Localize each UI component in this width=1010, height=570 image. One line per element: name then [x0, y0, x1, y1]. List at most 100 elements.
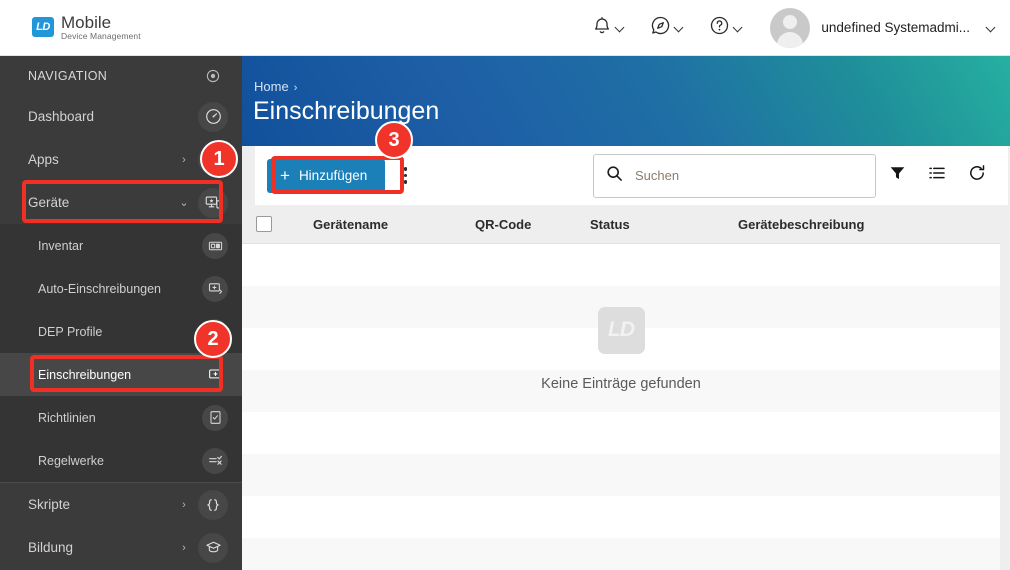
brand-title: Mobile	[61, 13, 112, 33]
sidebar-item-label: Bildung	[28, 540, 74, 555]
sidebar-item-richtlinien[interactable]: Richtlinien	[0, 396, 242, 439]
sidebar-item-label: Richtlinien	[38, 410, 96, 425]
chevron-down-icon	[675, 23, 684, 32]
kebab-dot	[403, 167, 407, 171]
columns-button[interactable]	[918, 157, 956, 195]
add-button[interactable]: + Hinzufügen	[267, 158, 386, 193]
toolbar: + Hinzufügen	[255, 146, 1008, 205]
table-body: LD Keine Einträge gefunden	[242, 244, 1000, 570]
plus-icon: +	[280, 166, 290, 185]
more-options-button[interactable]	[393, 162, 417, 190]
sidebar-section-label: NAVIGATION	[28, 68, 108, 83]
graduation-cap-icon	[198, 532, 228, 563]
refresh-button[interactable]	[958, 157, 996, 195]
app-window: LD Mobile Device Management undefined Sy…	[0, 0, 1010, 570]
sidebar-item-dep-profile[interactable]: DEP Profile	[0, 310, 242, 353]
breadcrumb-home[interactable]: Home	[254, 79, 289, 94]
sidebar-item-regelwerke[interactable]: Regelwerke	[0, 439, 242, 482]
chevron-right-icon: ›	[182, 498, 186, 511]
sidebar-item-label: Regelwerke	[38, 453, 105, 468]
sidebar-item-auto-einschreibungen[interactable]: Auto-Einschreibungen	[0, 267, 242, 310]
bell-icon	[593, 16, 611, 40]
avatar	[770, 7, 811, 48]
ld-logo-icon: LD	[32, 17, 54, 38]
filter-button[interactable]	[878, 157, 916, 195]
chevron-down-icon: ⌄	[179, 197, 189, 209]
chevron-down-icon	[987, 23, 996, 32]
sidebar-item-geraete[interactable]: Geräte ⌄	[0, 181, 242, 224]
search-box[interactable]	[593, 153, 876, 198]
content-area: + Hinzufügen Suchen Gerätename QR-Code S…	[242, 146, 1010, 570]
user-menu[interactable]: undefined Systemadmi...	[756, 7, 996, 48]
help-button[interactable]	[697, 10, 756, 46]
user-name: undefined Systemadmi...	[821, 20, 970, 35]
table-row	[242, 370, 1000, 412]
sidebar-item-dashboard[interactable]: Dashboard	[0, 95, 242, 138]
notifications-button[interactable]	[580, 10, 638, 46]
column-header-geraetename[interactable]: Gerätename	[313, 217, 475, 232]
dep-profile-icon	[202, 318, 228, 345]
help-icon	[710, 16, 729, 40]
page-title: Einschreibungen	[253, 97, 440, 125]
chevron-down-icon	[734, 23, 743, 32]
brand-logo[interactable]: LD Mobile Device Management	[32, 14, 141, 41]
kebab-dot	[403, 180, 407, 184]
gauge-icon	[198, 101, 228, 132]
breadcrumb[interactable]: Home ›	[254, 79, 297, 94]
sidebar-item-apps[interactable]: Apps ›	[0, 138, 242, 181]
top-bar: LD Mobile Device Management undefined Sy…	[0, 0, 1010, 56]
select-all-checkbox[interactable]	[256, 216, 272, 232]
inventory-icon	[202, 232, 228, 259]
apps-grid-icon	[198, 144, 228, 175]
table-row	[242, 412, 1000, 454]
sidebar-item-label: Apps	[28, 152, 59, 167]
feedback-button[interactable]	[638, 10, 697, 46]
sidebar-item-einschreibungen[interactable]: Einschreibungen	[0, 353, 242, 396]
feedback-icon	[651, 16, 670, 40]
sidebar-item-label: Auto-Einschreibungen	[38, 281, 161, 296]
enrollment-icon	[202, 361, 228, 388]
sidebar-item-label: Skripte	[28, 497, 71, 512]
column-header-qr-code[interactable]: QR-Code	[475, 217, 590, 232]
sidebar-subitems-geraete: Inventar Auto-Einschreibungen DEP Profil…	[0, 224, 242, 482]
table-row	[242, 496, 1000, 538]
top-bar-actions: undefined Systemadmi...	[580, 7, 996, 48]
policy-icon	[202, 404, 228, 431]
select-all-cell	[256, 216, 313, 232]
table-row	[242, 454, 1000, 496]
sidebar-item-skripte[interactable]: Skripte ›	[0, 483, 242, 526]
page-header: Home › Einschreibungen	[242, 56, 1010, 146]
sidebar-item-inventar[interactable]: Inventar	[0, 224, 242, 267]
refresh-icon	[968, 164, 986, 187]
sidebar-item-label: Inventar	[38, 238, 84, 253]
column-header-status[interactable]: Status	[590, 217, 738, 232]
sidebar-item-label: Dashboard	[28, 109, 95, 124]
sidebar-item-bildung[interactable]: Bildung ›	[0, 526, 242, 569]
auto-enroll-icon	[202, 275, 228, 302]
kebab-dot	[403, 173, 407, 178]
search-input[interactable]	[635, 168, 863, 183]
table-row	[242, 244, 1000, 286]
breadcrumb-separator: ›	[293, 82, 298, 94]
filter-icon	[889, 165, 906, 187]
column-header-geraetebeschreibung[interactable]: Gerätebeschreibung	[738, 217, 1000, 232]
chevron-right-icon: ›	[182, 153, 186, 166]
table-row	[242, 286, 1000, 328]
target-icon	[198, 61, 228, 91]
sidebar-item-label: Geräte	[28, 195, 70, 210]
table-header-row: Gerätename QR-Code Status Gerätebeschrei…	[242, 205, 1000, 244]
braces-icon	[198, 489, 228, 520]
sidebar: NAVIGATION Dashboard Apps › Geräte ⌄ Inv…	[0, 56, 242, 570]
columns-icon	[928, 164, 946, 187]
sidebar-item-label: Einschreibungen	[38, 367, 132, 382]
table-row	[242, 538, 1000, 570]
brand-subtitle: Device Management	[61, 30, 141, 41]
sidebar-item-label: DEP Profile	[38, 324, 103, 339]
chevron-right-icon: ›	[182, 541, 186, 554]
enrollments-table: Gerätename QR-Code Status Gerätebeschrei…	[242, 205, 1000, 570]
ruleset-icon	[202, 447, 228, 474]
search-icon	[606, 165, 623, 187]
sidebar-section-navigation: NAVIGATION	[0, 56, 242, 95]
add-button-label: Hinzufügen	[298, 168, 368, 183]
table-row	[242, 328, 1000, 370]
